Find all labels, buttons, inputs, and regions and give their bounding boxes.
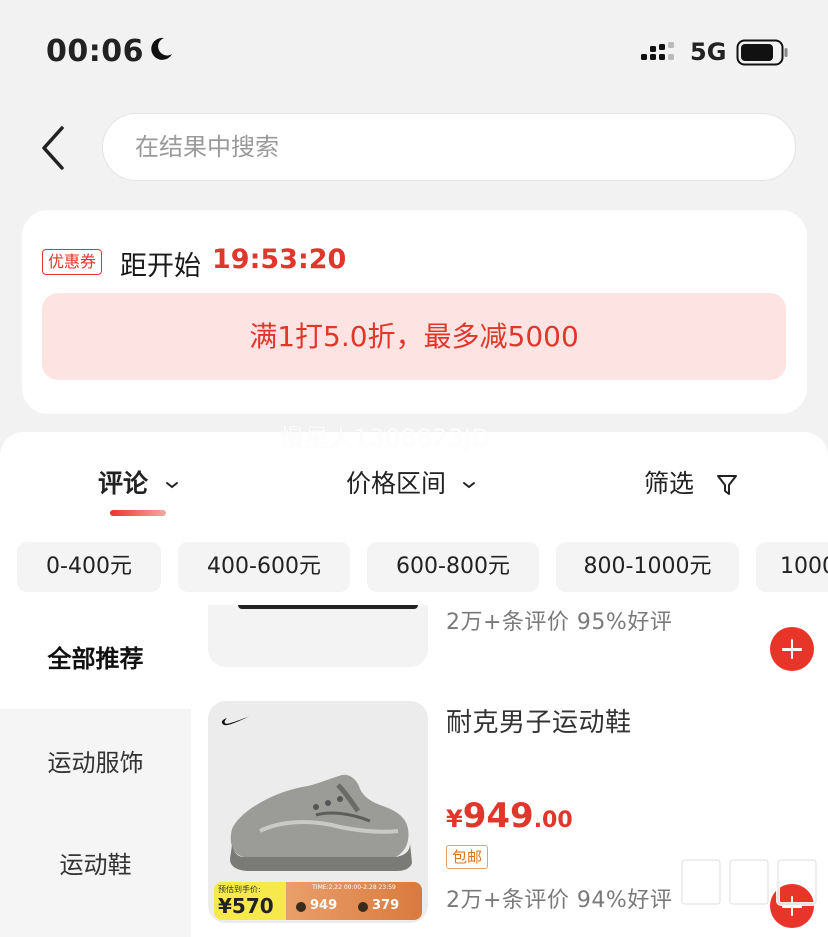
coupon-card: 优惠券 距开始 19:53:20 满1打5.0折，最多减5000 — [22, 210, 807, 414]
battery-icon — [736, 39, 788, 66]
product-price: ¥949.00 — [446, 796, 573, 836]
price-chip[interactable]: 600-800元 — [367, 542, 539, 592]
tab-reviews[interactable]: 评论 — [98, 464, 179, 500]
nike-logo-icon — [221, 716, 250, 726]
back-icon[interactable] — [36, 122, 76, 174]
sidebar-item-all[interactable]: 全部推荐 — [0, 605, 191, 709]
user-watermark: 慢星人1308823JD — [280, 424, 491, 452]
promo-price: ¥570 — [218, 894, 274, 918]
promo-dot-icon — [358, 902, 368, 912]
promo-dot-icon — [296, 902, 306, 912]
price-integer: 949 — [462, 796, 534, 836]
category-sidebar: 全部推荐 运动服饰 运动鞋 — [0, 605, 191, 937]
sneaker-icon — [230, 774, 412, 871]
promo-time-banner: TIME:2.22 00:00-2.28 23:59 949 379 — [286, 882, 422, 920]
promo-price-a: 949 — [310, 898, 338, 913]
promo-time: TIME:2.22 00:00-2.28 23:59 — [312, 884, 396, 891]
promo-estimated-price: 预估到手价: ¥570 — [214, 882, 286, 920]
product-image[interactable]: 预估到手价: ¥570 TIME:2.22 00:00-2.28 23:59 9… — [208, 701, 428, 923]
site-watermark-logo — [680, 858, 818, 906]
chevron-down-icon — [165, 482, 178, 489]
free-shipping-badge: 包邮 — [446, 845, 489, 869]
promo-price-b: 379 — [372, 898, 400, 913]
product-review-stats: 2万+条评价 95%好评 — [446, 610, 673, 635]
product-review-stats: 2万+条评价 94%好评 — [446, 888, 673, 913]
price-chip[interactable]: 400-600元 — [178, 542, 350, 592]
tab-filter[interactable]: 筛选 — [644, 464, 738, 500]
tab-price-range[interactable]: 价格区间 — [346, 464, 476, 500]
search-field[interactable] — [102, 113, 796, 181]
sidebar-item-shoes[interactable]: 运动鞋 — [0, 845, 191, 880]
discount-banner[interactable]: 满1打5.0折，最多减5000 — [42, 293, 786, 380]
price-chip[interactable]: 0-400元 — [17, 542, 161, 592]
price-currency: ¥ — [446, 805, 463, 833]
active-tab-indicator — [110, 510, 166, 516]
filter-icon — [716, 475, 737, 495]
countdown-label: 距开始 — [120, 251, 201, 282]
network-label: 5G — [690, 38, 727, 66]
sidebar-item-apparel[interactable]: 运动服饰 — [0, 743, 191, 778]
search-input[interactable] — [103, 114, 795, 180]
price-chip-row: 0-400元 400-600元 600-800元 800-1000元 1000 — [17, 542, 828, 592]
product-title[interactable]: 耐克男子运动鞋 — [446, 702, 632, 739]
product-image[interactable] — [208, 605, 428, 667]
status-time: 00:06 — [46, 34, 144, 69]
status-bar: 00:06 5G — [0, 0, 828, 100]
tab-label: 筛选 — [644, 469, 695, 498]
tab-label: 评论 — [98, 469, 149, 498]
tab-label: 价格区间 — [346, 469, 447, 498]
moon-icon — [151, 37, 172, 60]
signal-icon — [641, 42, 674, 60]
countdown-timer: 19:53:20 — [212, 244, 347, 275]
price-chip[interactable]: 1000 — [756, 542, 828, 592]
chevron-down-icon — [462, 482, 475, 489]
price-decimal: .00 — [533, 808, 573, 833]
coupon-badge: 优惠券 — [42, 249, 103, 275]
price-chip[interactable]: 800-1000元 — [556, 542, 739, 592]
shoe-sole-shape — [238, 605, 418, 609]
add-to-cart-button[interactable] — [770, 627, 814, 671]
